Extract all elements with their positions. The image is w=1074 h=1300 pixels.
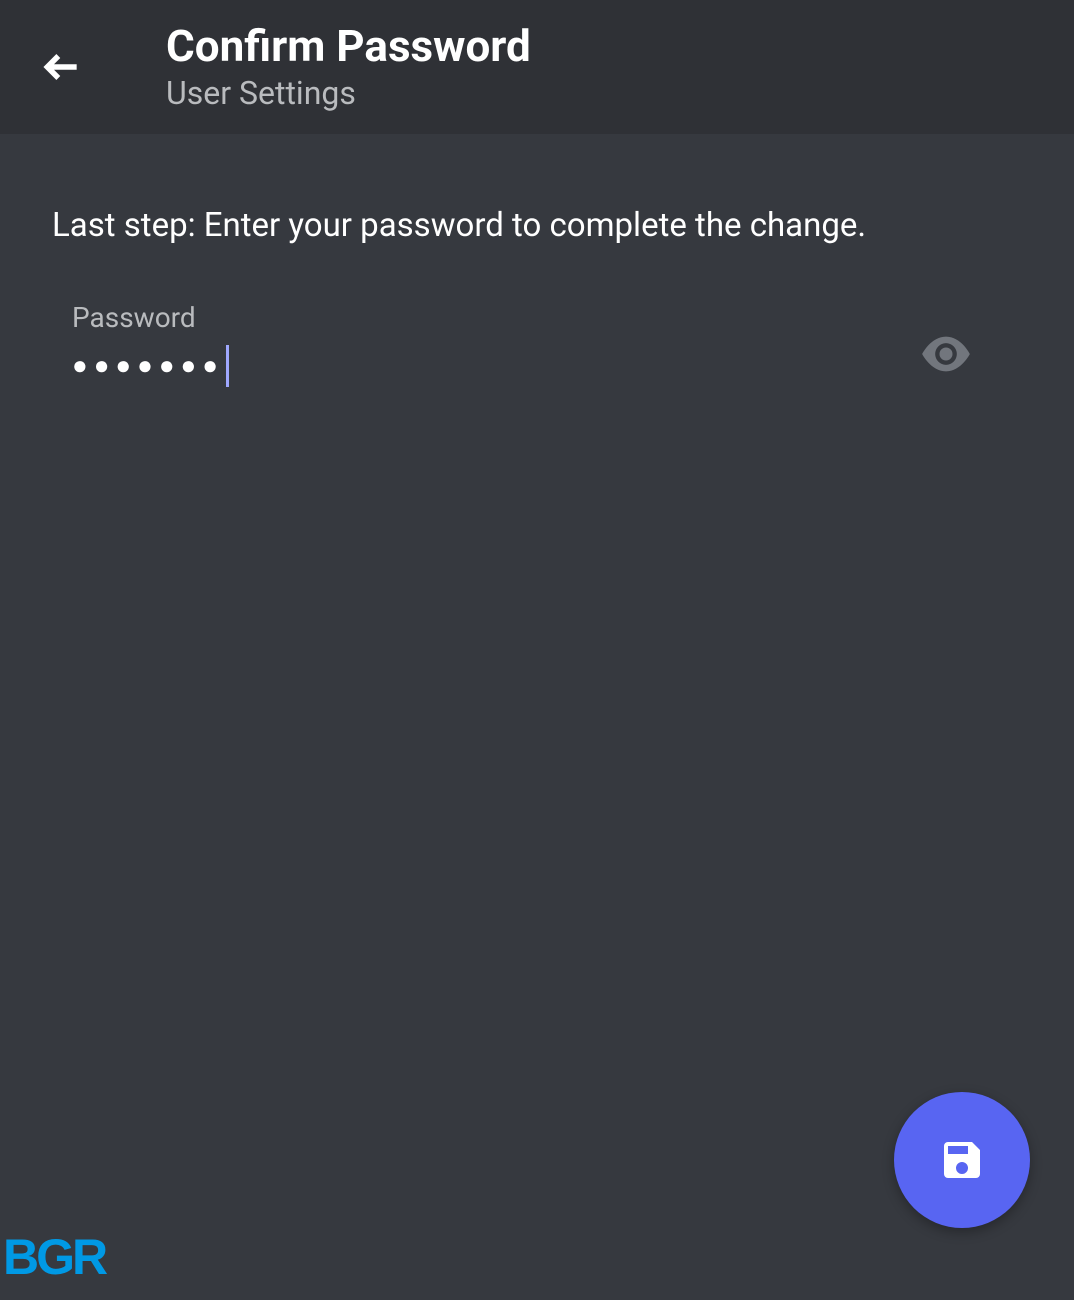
- password-input[interactable]: ●●●●●●●: [72, 346, 229, 386]
- arrow-left-icon: [40, 45, 84, 89]
- save-icon: [938, 1136, 986, 1184]
- page-subtitle: User Settings: [166, 74, 531, 112]
- header-text: Confirm Password User Settings: [166, 22, 531, 112]
- watermark-logo: BGR: [3, 1228, 105, 1286]
- toggle-password-visibility-button[interactable]: [918, 326, 974, 382]
- content: Last step: Enter your password to comple…: [0, 134, 1074, 386]
- password-masked-value: ●●●●●●●: [72, 353, 224, 379]
- password-field-wrapper: Password ●●●●●●●: [72, 301, 229, 386]
- eye-icon: [920, 335, 972, 373]
- page-title: Confirm Password: [166, 22, 531, 70]
- text-cursor: [226, 345, 229, 387]
- header: Confirm Password User Settings: [0, 0, 1074, 134]
- back-button[interactable]: [38, 43, 86, 91]
- password-label: Password: [72, 301, 229, 334]
- save-button[interactable]: [894, 1092, 1030, 1228]
- instruction-text: Last step: Enter your password to comple…: [52, 206, 1014, 245]
- password-field-container: Password ●●●●●●●: [52, 301, 1014, 386]
